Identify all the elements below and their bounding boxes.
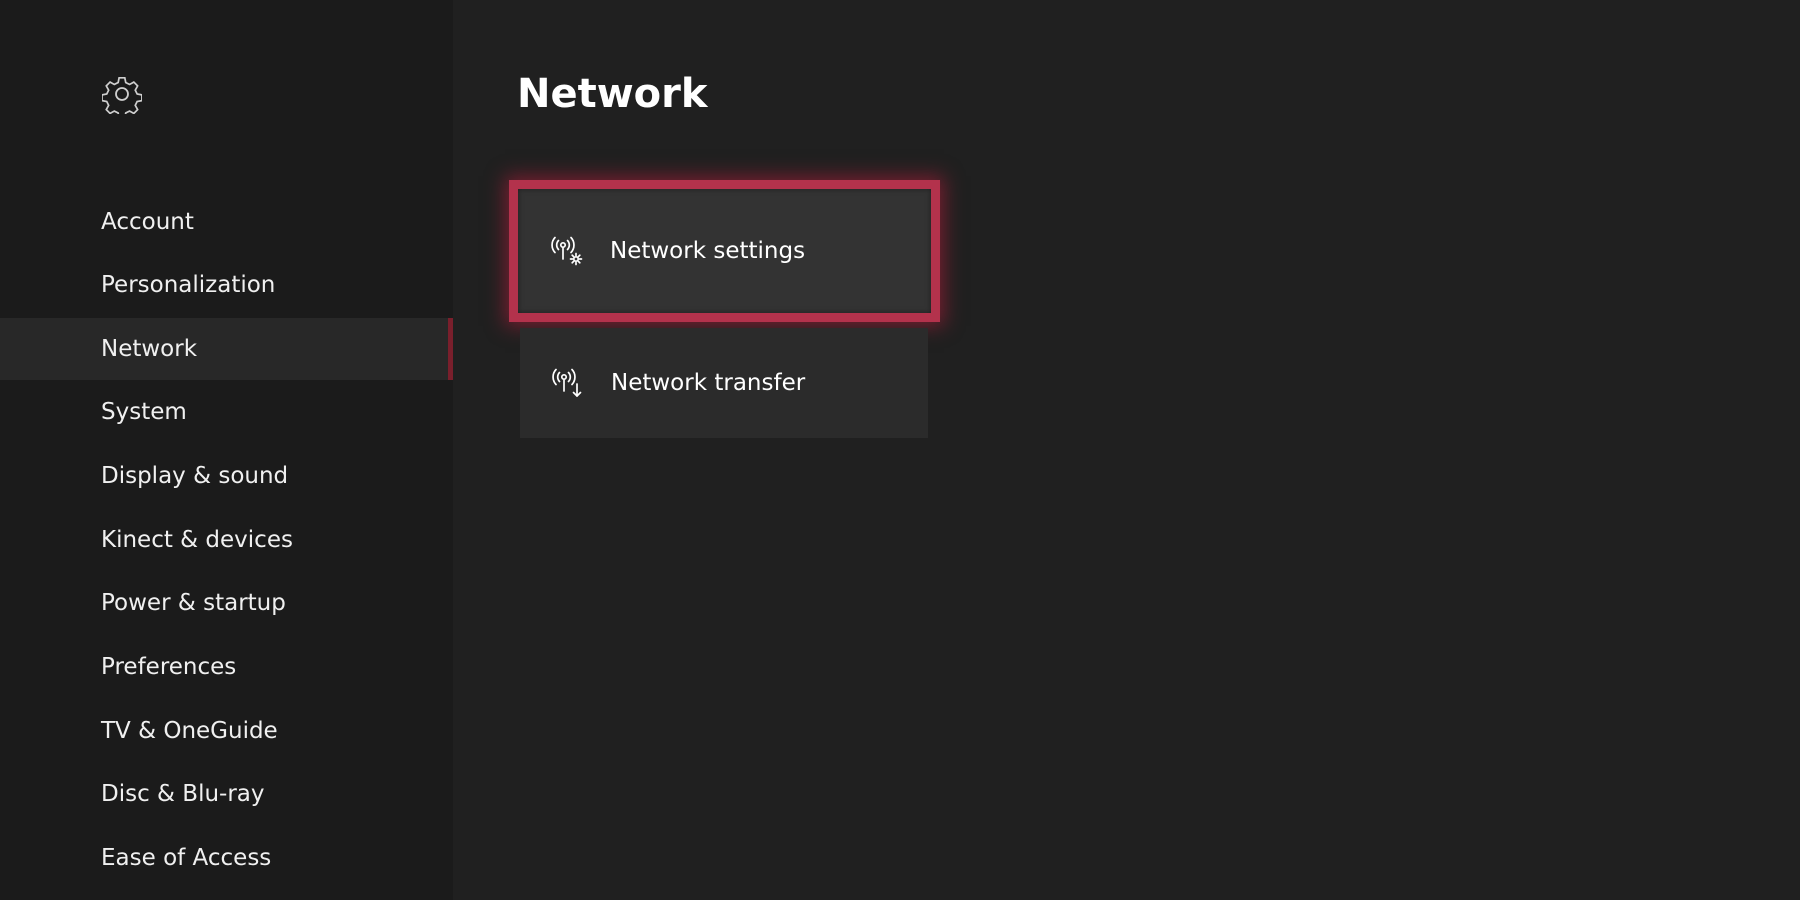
sidebar-item-personalization[interactable]: Personalization bbox=[0, 254, 453, 316]
network-settings-icon bbox=[551, 236, 583, 266]
sidebar-item-display-sound[interactable]: Display & sound bbox=[0, 445, 453, 507]
sidebar-item-preferences[interactable]: Preferences bbox=[0, 636, 453, 698]
sidebar-item-disc-bluray[interactable]: Disc & Blu-ray bbox=[0, 763, 453, 825]
network-transfer-tile[interactable]: Network transfer bbox=[520, 328, 928, 438]
page-title: Network bbox=[517, 71, 708, 117]
sidebar-item-power-startup[interactable]: Power & startup bbox=[0, 572, 453, 634]
sidebar-item-tv-oneguide[interactable]: TV & OneGuide bbox=[0, 700, 453, 762]
sidebar-item-ease-of-access[interactable]: Ease of Access bbox=[0, 827, 453, 889]
network-transfer-icon bbox=[552, 368, 582, 397]
sidebar-item-account[interactable]: Account bbox=[0, 191, 453, 253]
sidebar-item-network[interactable]: Network bbox=[0, 318, 453, 380]
settings-app: Account Personalization Network System D… bbox=[0, 0, 1800, 900]
network-transfer-label: Network transfer bbox=[611, 370, 806, 396]
sidebar-item-system[interactable]: System bbox=[0, 381, 453, 443]
sidebar-item-kinect-devices[interactable]: Kinect & devices bbox=[0, 509, 453, 571]
network-settings-label: Network settings bbox=[610, 238, 806, 264]
network-settings-tile[interactable]: Network settings bbox=[509, 180, 940, 322]
gear-icon bbox=[102, 76, 142, 114]
settings-sidebar: Account Personalization Network System D… bbox=[0, 0, 453, 900]
